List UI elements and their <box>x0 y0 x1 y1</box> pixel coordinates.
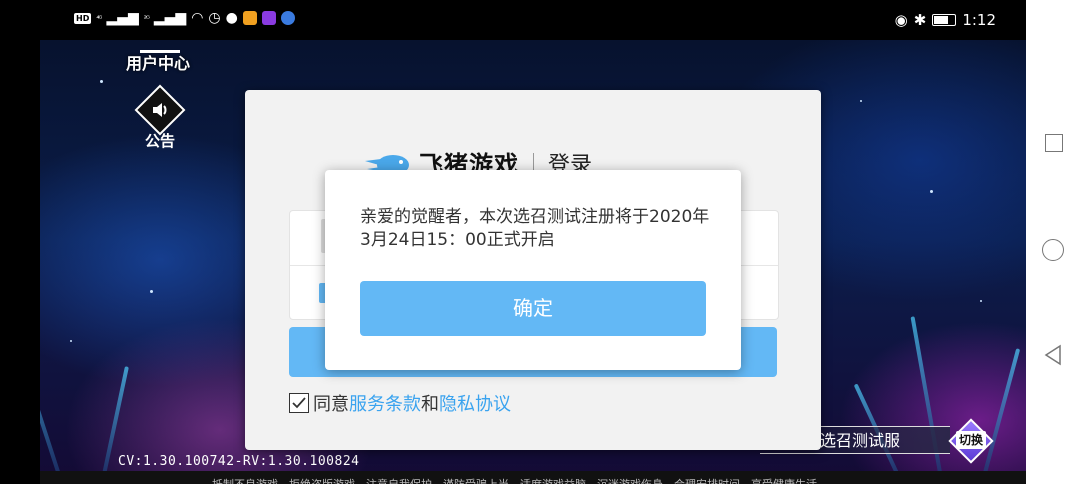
signal-4g-icon: ⁴ᴳ <box>96 13 102 23</box>
back-icon[interactable] <box>1044 344 1062 366</box>
notice-button[interactable]: 公告 <box>134 84 186 151</box>
health-notice-strip: 抵制不良游戏，拒绝盗版游戏，注意自我保护，谨防受骗上当，适度游戏益脑，沉迷游戏伤… <box>40 471 1026 484</box>
star <box>930 190 933 193</box>
status-left-icons: HD ⁴ᴳ ▂▄▆ ²ᴳ ▂▄▆ ◠ ◷ ● <box>74 10 295 26</box>
user-center-button[interactable]: 用户中心 <box>126 50 190 74</box>
wifi-icon: ◠ <box>191 10 204 26</box>
speaker-icon <box>134 84 186 136</box>
star <box>860 100 862 102</box>
video-app-icon <box>261 11 276 25</box>
hd-badge: HD <box>74 12 92 24</box>
status-right-icons: ◉ ✱ 1:12 <box>895 11 996 29</box>
agree-prefix: 同意 <box>313 394 349 415</box>
eye-comfort-icon: ◉ <box>894 11 908 29</box>
dialog-message: 亲爱的觉醒者，本次选召测试注册将于2020年3月24日15：00正式开启 <box>360 207 710 250</box>
announcement-dialog: 亲爱的觉醒者，本次选召测试注册将于2020年3月24日15：00正式开启 确定 <box>325 170 741 370</box>
android-nav-bar <box>1026 0 1080 484</box>
checkmark-icon <box>292 397 306 409</box>
status-bar: HD ⁴ᴳ ▂▄▆ ²ᴳ ▂▄▆ ◠ ◷ ● ◉ ✱ 1:12 <box>0 0 1026 40</box>
grass-blade <box>40 340 64 484</box>
confirm-button[interactable]: 确定 <box>360 281 706 336</box>
agree-checkbox[interactable] <box>289 393 309 413</box>
health-notice-text: 抵制不良游戏，拒绝盗版游戏，注意自我保护，谨防受骗上当，适度游戏益脑，沉迷游戏伤… <box>212 476 828 484</box>
browser-app-icon <box>280 11 295 25</box>
signal-2g-icon: ²ᴳ <box>143 13 150 23</box>
server-name: 选召测试服 <box>820 431 901 450</box>
app-notification-icon <box>242 11 257 25</box>
star <box>980 300 982 302</box>
home-icon[interactable] <box>1042 239 1064 261</box>
star <box>70 340 72 342</box>
signal-bars-2-icon: ▂▄▆ <box>153 10 187 26</box>
and-text: 和 <box>421 394 439 415</box>
switch-label: 切换 <box>956 431 986 449</box>
recent-apps-icon[interactable] <box>1045 134 1063 152</box>
version-text: CV:1.30.100742-RV:1.30.100824 <box>118 454 360 469</box>
star <box>100 80 103 83</box>
privacy-link[interactable]: 隐私协议 <box>439 390 511 416</box>
agreement-row: 同意 服务条款 和 隐私协议 <box>289 390 511 416</box>
terms-link[interactable]: 服务条款 <box>349 390 421 416</box>
star <box>150 290 153 293</box>
signal-bars-icon: ▂▄▆ <box>106 10 139 26</box>
battery-icon <box>932 14 957 26</box>
clock-time: 1:12 <box>962 11 996 29</box>
chat-bubble-icon: ● <box>225 10 238 26</box>
alarm-icon: ◷ <box>208 10 221 26</box>
switch-server-button[interactable]: 切换 <box>948 418 994 464</box>
grass-blade <box>910 316 944 484</box>
bluetooth-icon: ✱ <box>913 11 927 29</box>
